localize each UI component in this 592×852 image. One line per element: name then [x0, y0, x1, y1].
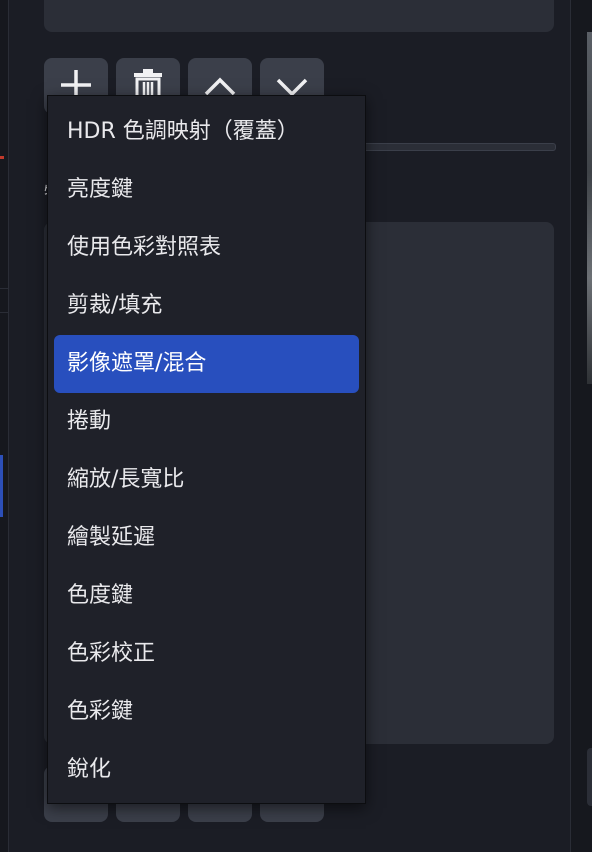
divider: [0, 312, 8, 313]
menu-item-scale-aspect[interactable]: 縮放/長寬比: [54, 451, 359, 509]
menu-item-sharpen[interactable]: 銳化: [54, 741, 359, 799]
menu-item-luma-key[interactable]: 亮度鍵: [54, 161, 359, 219]
slider-track[interactable]: [340, 143, 556, 151]
recording-marker: [0, 156, 4, 159]
menu-item-color-key[interactable]: 色彩鍵: [54, 683, 359, 741]
menu-item-apply-lut[interactable]: 使用色彩對照表: [54, 219, 359, 277]
divider: [0, 288, 8, 289]
menu-item-image-mask-blend[interactable]: 影像遮罩/混合: [54, 335, 359, 393]
menu-item-render-delay[interactable]: 繪製延遲: [54, 509, 359, 567]
menu-item-chroma-key[interactable]: 色度鍵: [54, 567, 359, 625]
menu-item-color-correction[interactable]: 色彩校正: [54, 625, 359, 683]
filters-window: 特 HDR 色調映射（覆蓋） 亮度鍵 使用色彩對照表 剪裁/填充 影像遮罩/混合…: [0, 0, 592, 852]
preview-image: [587, 32, 592, 384]
menu-item-crop-pad[interactable]: 剪裁/填充: [54, 277, 359, 335]
add-filter-menu: HDR 色調映射（覆蓋） 亮度鍵 使用色彩對照表 剪裁/填充 影像遮罩/混合 捲…: [47, 95, 366, 804]
preview-button[interactable]: [587, 748, 592, 806]
left-dock-edge: [0, 0, 9, 852]
audio-filters-list: [44, 0, 554, 32]
selected-source-marker: [0, 455, 3, 517]
preview-column: [570, 0, 592, 852]
menu-item-hdr-tonemap[interactable]: HDR 色調映射（覆蓋）: [54, 103, 359, 161]
menu-item-scroll[interactable]: 捲動: [54, 393, 359, 451]
